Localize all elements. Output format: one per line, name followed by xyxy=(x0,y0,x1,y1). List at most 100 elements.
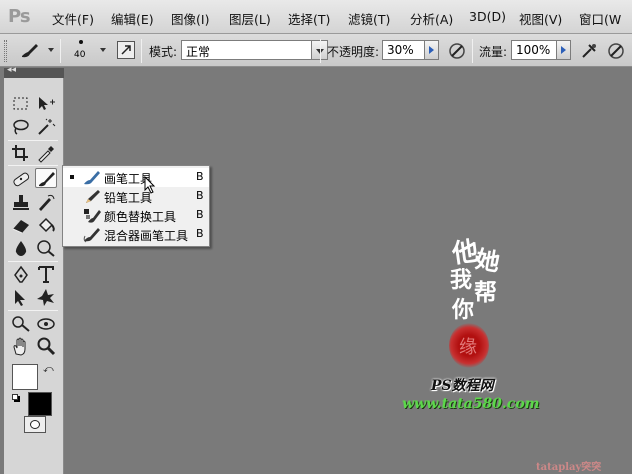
background-color-swatch[interactable] xyxy=(28,392,52,416)
eyedropper-icon xyxy=(38,146,54,163)
corner-watermark: tataplay突突 xyxy=(536,462,602,473)
brush-tip-icon xyxy=(79,40,83,44)
tool-clone-stamp[interactable] xyxy=(10,192,32,212)
brush-picker[interactable]: 40 xyxy=(68,38,96,64)
airbrush-icon xyxy=(582,44,596,58)
hand-icon xyxy=(13,337,26,356)
chevron-down-icon[interactable] xyxy=(48,48,54,52)
tool-blur[interactable] xyxy=(10,238,32,258)
grip-handle[interactable] xyxy=(4,40,7,62)
calligraphy-char: 帮 xyxy=(474,279,497,306)
tool-move[interactable] xyxy=(35,94,57,114)
menu-edit[interactable]: 编辑(E) xyxy=(111,9,154,28)
history-brush-icon xyxy=(39,194,55,211)
pen-icon xyxy=(14,265,28,283)
color-replacement-icon xyxy=(84,209,101,223)
site-name: PS数程网 xyxy=(431,378,494,394)
tool-history-brush[interactable] xyxy=(35,192,57,212)
3d-orbit-icon xyxy=(37,318,55,330)
tool-eraser[interactable] xyxy=(10,215,32,235)
tool-type[interactable] xyxy=(35,264,57,284)
swap-colors-icon[interactable]: ⤺ xyxy=(43,364,54,375)
blur-drop-icon xyxy=(15,241,27,256)
brush-panel-icon xyxy=(121,45,131,55)
dodge-icon xyxy=(37,240,55,257)
flow-slider-button[interactable] xyxy=(557,40,571,60)
menu-image[interactable]: 图像(I) xyxy=(171,9,209,28)
eraser-icon xyxy=(12,220,29,234)
menu-select[interactable]: 选择(T) xyxy=(288,9,330,28)
stamp-icon xyxy=(13,195,29,210)
flyout-item-brush[interactable]: 画笔工具 B xyxy=(63,168,209,187)
tool-path-selection[interactable] xyxy=(10,287,32,307)
menu-3d[interactable]: 3D(D) xyxy=(469,9,506,24)
pressure-size-toggle[interactable] xyxy=(606,41,626,61)
pressure-icon xyxy=(449,43,465,59)
tool-crop[interactable] xyxy=(10,143,32,163)
chevron-down-icon[interactable] xyxy=(100,48,106,52)
healing-brush-icon xyxy=(13,172,30,187)
tool-lasso[interactable] xyxy=(10,117,32,137)
tool-dodge[interactable] xyxy=(35,238,57,258)
paint-bucket-icon xyxy=(38,217,55,233)
separator xyxy=(8,140,58,141)
tool-zoom[interactable] xyxy=(35,336,57,356)
tool-eyedropper[interactable] xyxy=(35,143,57,163)
brush-panel-toggle[interactable] xyxy=(117,41,135,59)
separator xyxy=(141,39,142,63)
tool-hand[interactable] xyxy=(10,336,32,356)
pencil-icon xyxy=(86,190,100,203)
shortcut-key: B xyxy=(196,170,204,183)
pressure-size-icon xyxy=(608,43,624,59)
menu-filter[interactable]: 滤镜(T) xyxy=(348,9,390,28)
flyout-item-label: 混合器画笔工具 xyxy=(104,229,189,243)
3d-rotate-icon xyxy=(12,316,30,332)
lasso-icon xyxy=(13,119,29,135)
foreground-color-swatch[interactable] xyxy=(12,364,38,390)
separator xyxy=(60,39,61,63)
move-icon xyxy=(39,97,55,110)
tool-marquee[interactable] xyxy=(10,94,32,114)
separator xyxy=(320,39,321,63)
menu-window[interactable]: 窗口(W xyxy=(579,9,621,28)
menu-layer[interactable]: 图层(L) xyxy=(229,9,271,28)
separator xyxy=(472,39,473,63)
tool-pen[interactable] xyxy=(10,264,32,284)
tool-brush[interactable] xyxy=(35,168,57,188)
flyout-item-mixer-brush[interactable]: 混合器画笔工具 B xyxy=(63,225,209,244)
brush-size: 40 xyxy=(74,50,86,60)
site-url: www.tata580.com xyxy=(402,396,540,412)
flow-field[interactable]: 100% xyxy=(511,40,557,60)
menu-view[interactable]: 视图(V) xyxy=(519,9,562,28)
pressure-opacity-toggle[interactable] xyxy=(447,41,467,61)
default-colors-icon[interactable] xyxy=(12,394,20,402)
options-bar: 40 模式: 正常 不透明度: 30% 流量: 100% xyxy=(0,34,632,67)
menu-analysis[interactable]: 分析(A) xyxy=(410,9,453,28)
opacity-slider-button[interactable] xyxy=(425,40,439,60)
airbrush-toggle[interactable] xyxy=(579,41,599,61)
menu-file[interactable]: 文件(F) xyxy=(52,9,94,28)
tool-paint-bucket[interactable] xyxy=(35,215,57,235)
mode-select[interactable]: 正常 xyxy=(181,40,312,60)
tool-3d-orbit[interactable] xyxy=(35,313,57,333)
flyout-item-pencil[interactable]: 铅笔工具 B xyxy=(63,187,209,206)
separator xyxy=(8,165,58,166)
tool-spot-healing[interactable] xyxy=(10,169,32,189)
calligraphy-char: 我 xyxy=(450,267,473,293)
brush-icon xyxy=(39,172,55,187)
selected-bullet-icon xyxy=(70,175,74,179)
mode-label: 模式: xyxy=(149,45,178,59)
flyout-item-label: 颜色替换工具 xyxy=(104,210,177,224)
tool-custom-shape[interactable] xyxy=(35,287,57,307)
opacity-field[interactable]: 30% xyxy=(382,40,425,60)
zoom-icon xyxy=(37,337,56,356)
type-icon xyxy=(38,266,54,283)
tools-panel-header[interactable]: ◂◂ xyxy=(4,65,64,78)
brush-icon xyxy=(84,171,100,185)
tool-preset-picker[interactable] xyxy=(16,40,42,62)
tool-3d-rotate[interactable] xyxy=(10,313,32,333)
mixer-brush-icon xyxy=(83,228,100,243)
tool-magic-wand[interactable] xyxy=(35,117,57,137)
flyout-item-color-replacement[interactable]: 颜色替换工具 B xyxy=(63,206,209,225)
quick-mask-button[interactable] xyxy=(24,416,46,433)
